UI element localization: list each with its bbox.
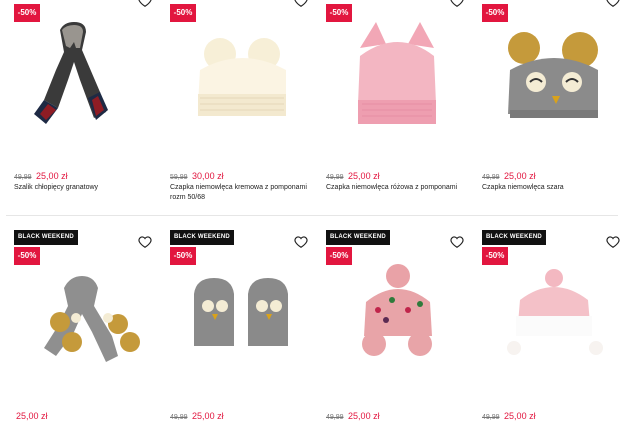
product-image[interactable] xyxy=(480,0,620,160)
product-card[interactable]: BLACK WEEKEND -50% 25,00 zł xyxy=(12,218,160,428)
product-name[interactable]: Czapka niemowlęca kremowa z pomponami ro… xyxy=(170,183,314,203)
price: 49,99 25,00 zł xyxy=(482,171,536,183)
heart-icon[interactable] xyxy=(294,235,308,249)
price: 59,99 30,00 zł xyxy=(170,171,224,183)
heart-icon[interactable] xyxy=(138,235,152,249)
new-price: 25,00 zł xyxy=(348,171,380,181)
product-name[interactable]: Czapka niemowlęca różowa z pomponami xyxy=(326,183,470,193)
scarf-image xyxy=(34,22,108,124)
new-price: 25,00 zł xyxy=(36,171,68,181)
price: 49,99 25,00 zł xyxy=(326,171,380,183)
product-image[interactable] xyxy=(168,0,316,160)
price: 49,99 25,00 zł xyxy=(14,171,68,183)
old-price: 49,99 xyxy=(482,174,500,181)
new-price: 30,00 zł xyxy=(192,171,224,181)
discount-badge: -50% xyxy=(482,4,508,22)
old-price: 59,99 xyxy=(170,174,188,181)
price: 49,99 25,00 zł xyxy=(482,411,536,423)
discount-badge: -50% xyxy=(14,4,40,22)
price: 49,99 25,00 zł xyxy=(326,411,380,423)
product-image[interactable] xyxy=(324,0,472,160)
cream-hat-image xyxy=(198,38,286,116)
discount-badge: -50% xyxy=(326,247,352,265)
black-weekend-badge: BLACK WEEKEND xyxy=(14,230,78,245)
heart-icon[interactable] xyxy=(138,0,152,8)
price: 49,99 25,00 zł xyxy=(170,411,224,423)
row-divider xyxy=(6,215,618,216)
discount-badge: -50% xyxy=(170,4,196,22)
product-image[interactable] xyxy=(12,0,160,160)
product-card[interactable]: -50% 59,99 30,00 zł Czapka niemowlęca kr… xyxy=(168,0,316,210)
product-card[interactable]: -50% 49,99 25,00 zł Czapka niemowlęca ró… xyxy=(324,0,472,210)
heart-icon[interactable] xyxy=(450,0,464,8)
discount-badge: -50% xyxy=(326,4,352,22)
pink-hat-image xyxy=(358,22,436,124)
discount-badge: -50% xyxy=(170,247,196,265)
discount-badge: -50% xyxy=(482,247,508,265)
old-price: 49,99 xyxy=(14,174,32,181)
product-name[interactable]: Szalik chłopięcy granatowy xyxy=(14,183,158,193)
product-card[interactable]: BLACK WEEKEND -50% 49,99 25,00 zł xyxy=(168,218,316,428)
heart-icon[interactable] xyxy=(606,235,620,249)
black-weekend-badge: BLACK WEEKEND xyxy=(326,230,390,245)
product-card[interactable]: BLACK WEEKEND -50% 49,99 25,00 zł xyxy=(480,218,620,428)
discount-badge: -50% xyxy=(14,247,40,265)
grey-owl-hat-image xyxy=(508,32,598,118)
product-card[interactable]: -50% 49,99 25,00 zł Czapka niemowlęca sz… xyxy=(480,0,620,210)
old-price: 49,99 xyxy=(326,174,344,181)
heart-icon[interactable] xyxy=(294,0,308,8)
heart-icon[interactable] xyxy=(450,235,464,249)
product-grid: -50% 49,99 25,00 zł Szalik chłopięcy gra… xyxy=(0,0,620,421)
heart-icon[interactable] xyxy=(606,0,620,8)
black-weekend-badge: BLACK WEEKEND xyxy=(170,230,234,245)
black-weekend-badge: BLACK WEEKEND xyxy=(482,230,546,245)
price: 25,00 zł xyxy=(14,411,48,423)
product-card[interactable]: BLACK WEEKEND -50% 49,99 25,00 zł xyxy=(324,218,472,428)
new-price: 25,00 zł xyxy=(504,171,536,181)
product-card[interactable]: -50% 49,99 25,00 zł Szalik chłopięcy gra… xyxy=(12,0,160,210)
product-name[interactable]: Czapka niemowlęca szara xyxy=(482,183,620,193)
